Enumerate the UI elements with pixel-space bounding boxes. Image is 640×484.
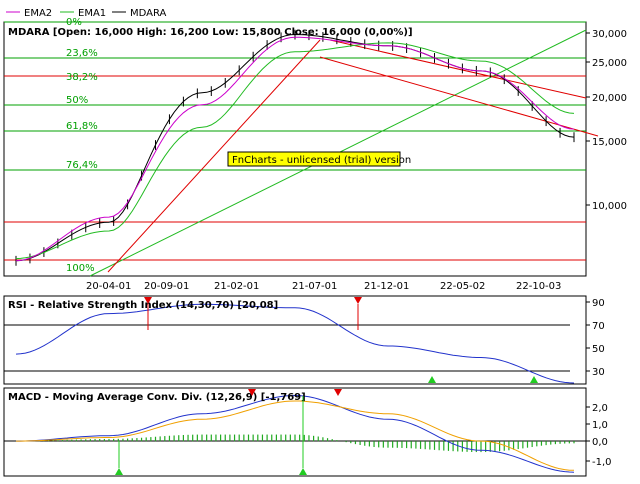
rsi-ytick-label-50: 50	[592, 344, 605, 355]
legend: EMA2 EMA1 MDARA	[6, 8, 167, 19]
macd-sell-marker-2	[334, 389, 342, 396]
macd-ytick-label-neg1: -1,0	[592, 457, 612, 468]
macd-yaxis: 2,0 1,0 0,0 -1,0	[586, 403, 612, 468]
rsi-panel-title: RSI - Relative Strength Index (14,30,70)…	[8, 300, 278, 311]
price-yaxis: 30,000 25,000 20,000 15,000 10,000	[586, 29, 627, 212]
macd-series	[16, 394, 575, 473]
legend-mdara-label: MDARA	[130, 8, 167, 19]
fncharts-window: EMA2 EMA1 MDARA 0% 23,6% 38,2% 50% 61,8%…	[0, 0, 640, 480]
rsi-ytick-label-30: 30	[592, 367, 605, 378]
x-axis: 20-04-01 20-09-01 21-02-01 21-07-01 21-1…	[86, 281, 561, 292]
x-label-0: 20-04-01	[86, 281, 131, 292]
fib-label-76: 76,4%	[66, 160, 98, 171]
fib-label-50: 50%	[66, 95, 88, 106]
rsi-yaxis: 90 70 50 30	[586, 298, 605, 378]
fib-label-23: 23,6%	[66, 48, 98, 59]
price-series	[15, 29, 575, 266]
price-ytick-label-15000: 15,000	[592, 137, 627, 148]
x-label-4: 21-12-01	[364, 281, 409, 292]
rsi-ytick-label-70: 70	[592, 321, 605, 332]
macd-ytick-label-0: 0,0	[592, 437, 608, 448]
macd-ytick-label-2: 2,0	[592, 403, 608, 414]
chart-canvas: EMA2 EMA1 MDARA 0% 23,6% 38,2% 50% 61,8%…	[3, 8, 627, 477]
x-label-5: 22-05-02	[440, 281, 485, 292]
price-ytick-label-30000: 30,000	[592, 29, 627, 40]
legend-ema1-label: EMA1	[78, 8, 106, 19]
x-label-1: 20-09-01	[144, 281, 189, 292]
x-label-6: 22-10-03	[516, 281, 561, 292]
rsi-buy-marker-1	[428, 376, 436, 383]
price-ytick-label-25000: 25,000	[592, 58, 627, 69]
fib-label-38: 38,2%	[66, 72, 98, 83]
fib-label-100: 100%	[66, 263, 95, 274]
x-label-3: 21-07-01	[292, 281, 337, 292]
macd-panel-title: MACD - Moving Average Conv. Div. (12,26,…	[8, 392, 306, 403]
price-ytick-label-20000: 20,000	[592, 93, 627, 104]
legend-ema2-label: EMA2	[24, 8, 52, 19]
rsi-buy-marker-2	[530, 376, 538, 383]
macd-ytick-label-1: 1,0	[592, 420, 608, 431]
price-panel-title: MDARA [Open: 16,000 High: 16,200 Low: 15…	[8, 27, 413, 38]
price-panel-frame	[3, 21, 587, 277]
rsi-ytick-label-90: 90	[592, 298, 605, 309]
fib-label-61: 61,8%	[66, 121, 98, 132]
rsi-sell-marker-2	[354, 297, 362, 304]
series-line-macd	[16, 394, 575, 473]
x-label-2: 21-02-01	[214, 281, 259, 292]
price-ytick-label-10000: 10,000	[592, 201, 627, 212]
trial-badge-text: FnCharts - unlicensed (trial) version	[232, 155, 411, 166]
macd-buy-marker-2	[299, 468, 307, 475]
macd-buy-marker-1	[115, 468, 123, 475]
